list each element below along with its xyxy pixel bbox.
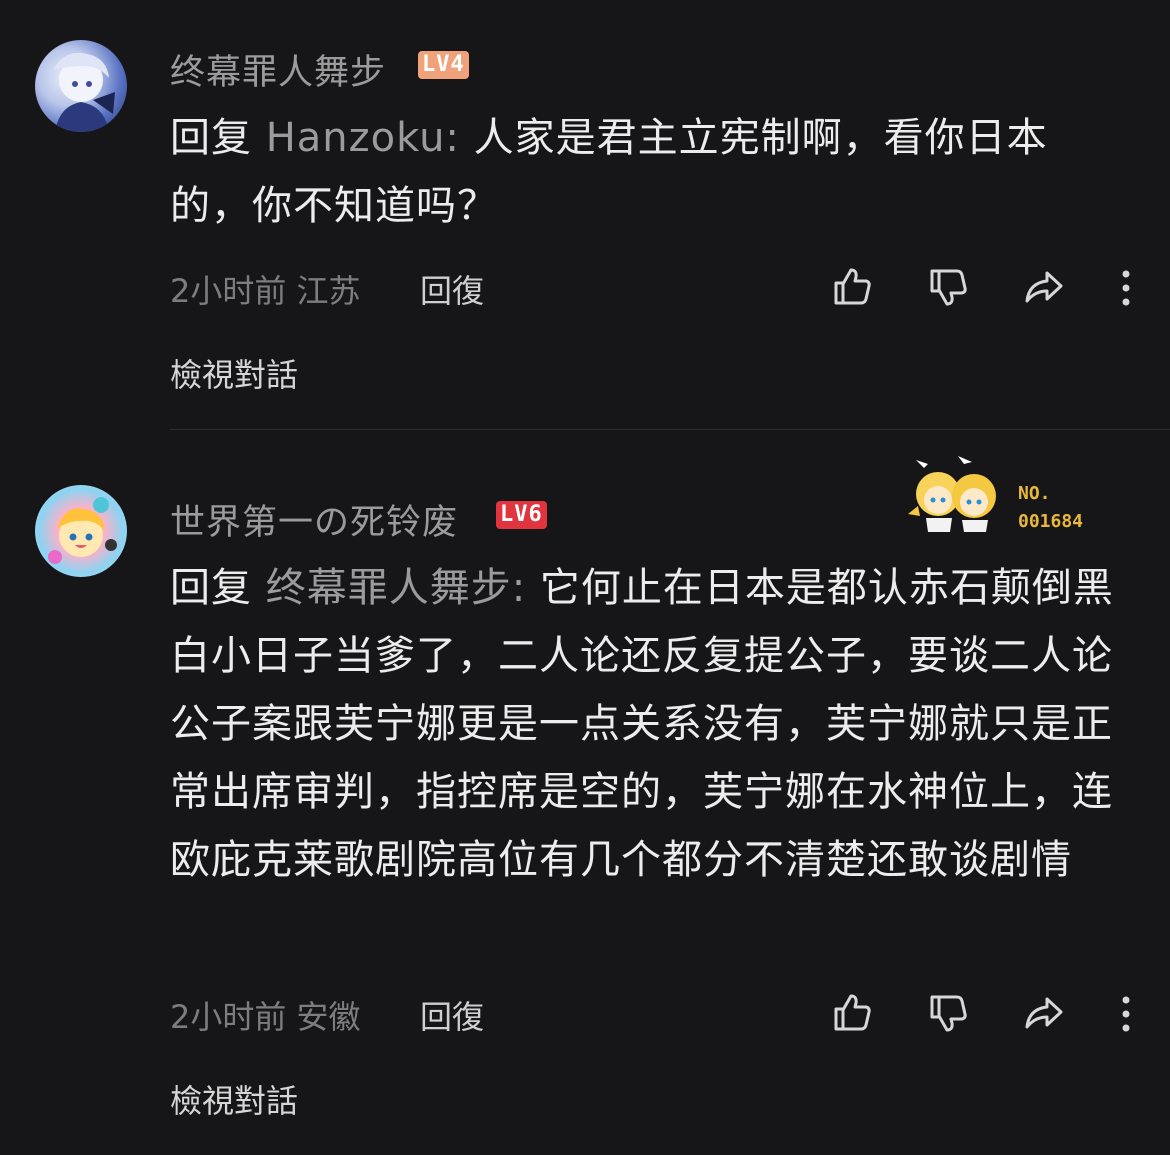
like-icon: [834, 268, 871, 305]
comment-text: 它何止在日本是都认赤石颠倒黑白小日子当爹了，二人论还反复提公子，要谈二人论公子案…: [170, 565, 1114, 883]
share-button[interactable]: [1022, 266, 1066, 310]
more-icon: [1122, 996, 1130, 1032]
like-button[interactable]: [830, 264, 874, 308]
username[interactable]: 世界第一の死铃废: [170, 494, 458, 545]
fan-badge[interactable]: NO. 001684: [906, 456, 1116, 534]
dislike-button[interactable]: [926, 266, 970, 310]
view-conversation-link[interactable]: 檢視對話: [170, 350, 298, 396]
location: 江苏: [296, 272, 361, 310]
like-icon: [834, 994, 871, 1031]
level-badge: LV6: [496, 501, 547, 529]
comment-meta: 2小时前 安徽: [170, 992, 361, 1038]
reply-prefix: 回复: [170, 115, 252, 161]
fan-badge-characters-icon: [908, 456, 996, 532]
more-button[interactable]: [1104, 992, 1148, 1036]
share-icon: [1025, 997, 1063, 1029]
view-conversation-link[interactable]: 檢視對話: [170, 1076, 298, 1122]
location: 安徽: [296, 998, 361, 1036]
avatar[interactable]: [35, 40, 127, 132]
username[interactable]: 终幕罪人舞步: [170, 44, 386, 95]
share-button[interactable]: [1022, 992, 1066, 1036]
more-button[interactable]: [1104, 266, 1148, 310]
dislike-icon: [930, 269, 967, 306]
comment-1: 终幕罪人舞步 LV4 回复 Hanzoku: 人家是君主立宪制啊，看你日本的，你…: [0, 0, 1170, 430]
fan-badge-number: NO. 001684: [1018, 480, 1083, 536]
comment-body: 回复 终幕罪人舞步: 它何止在日本是都认赤石颠倒黑白小日子当爹了，二人论还反复提…: [170, 554, 1120, 894]
mention-link[interactable]: Hanzoku:: [266, 115, 460, 161]
more-icon: [1122, 270, 1130, 306]
avatar[interactable]: [35, 485, 127, 577]
fan-badge-label: NO.: [1018, 483, 1051, 504]
mention-link[interactable]: 终幕罪人舞步:: [266, 565, 526, 611]
reply-button[interactable]: 回復: [420, 266, 484, 312]
reply-prefix: 回复: [170, 565, 252, 611]
comment-body: 回复 Hanzoku: 人家是君主立宪制啊，看你日本的，你不知道吗？: [170, 104, 1120, 240]
avatar-image: [53, 52, 115, 132]
timestamp: 2小时前: [170, 272, 287, 310]
like-button[interactable]: [830, 990, 874, 1034]
comment-meta: 2小时前 江苏: [170, 266, 361, 312]
share-icon: [1025, 271, 1063, 303]
timestamp: 2小时前: [170, 998, 287, 1036]
reply-button[interactable]: 回復: [420, 992, 484, 1038]
fan-badge-value: 001684: [1018, 511, 1084, 532]
dislike-icon: [930, 995, 967, 1032]
dislike-button[interactable]: [926, 992, 970, 1036]
avatar-image: [48, 497, 117, 564]
comment-2: 世界第一の死铃废 LV6 NO. 001684 回复 终幕罪人舞步: 它何止在日…: [0, 430, 1170, 1155]
level-badge: LV4: [418, 51, 469, 79]
